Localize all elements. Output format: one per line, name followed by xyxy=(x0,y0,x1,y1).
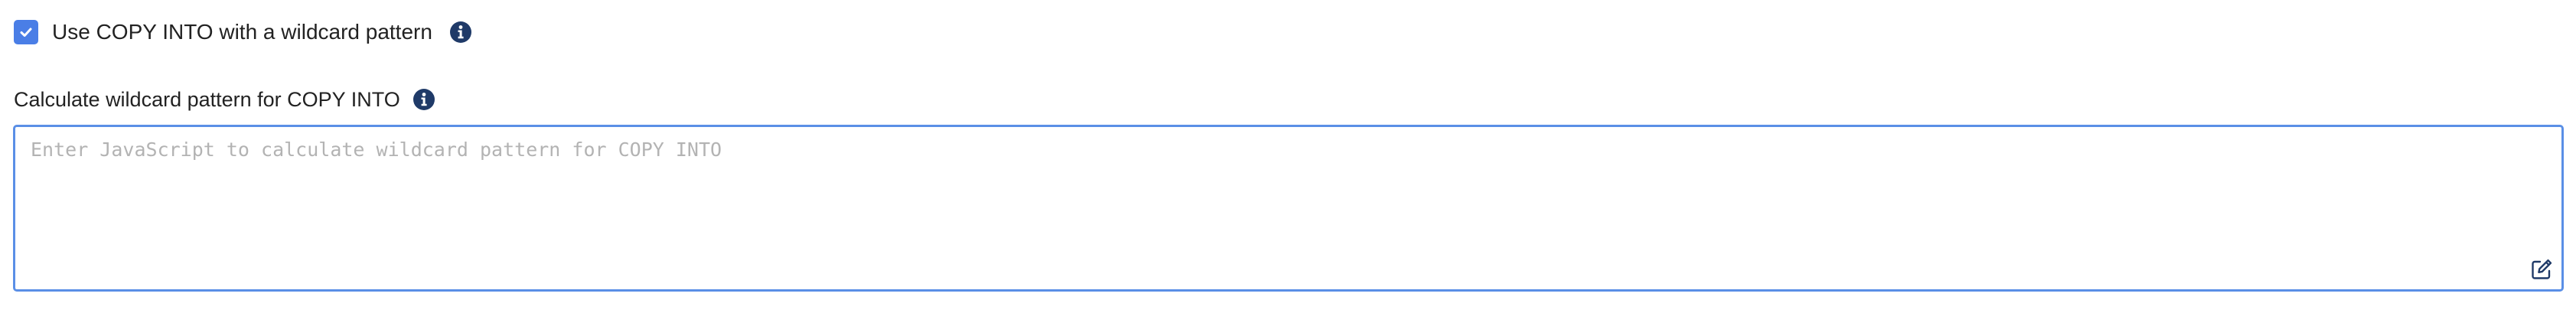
wildcard-checkbox-label[interactable]: Use COPY INTO with a wildcard pattern xyxy=(52,17,432,47)
expand-editor-button[interactable] xyxy=(2528,256,2555,283)
edit-pencil-square-icon xyxy=(2532,259,2552,279)
info-circle-icon[interactable] xyxy=(412,88,435,111)
wildcard-script-label: Calculate wildcard pattern for COPY INTO xyxy=(14,88,400,111)
wildcard-script-editor xyxy=(13,125,2564,292)
info-circle-icon[interactable] xyxy=(449,21,472,44)
wildcard-checkbox[interactable] xyxy=(14,20,38,44)
wildcard-script-label-row: Calculate wildcard pattern for COPY INTO xyxy=(14,84,435,115)
wildcard-script-input[interactable] xyxy=(15,127,2561,289)
checkmark-icon xyxy=(20,28,32,37)
wildcard-option-row: Use COPY INTO with a wildcard pattern xyxy=(14,17,472,47)
